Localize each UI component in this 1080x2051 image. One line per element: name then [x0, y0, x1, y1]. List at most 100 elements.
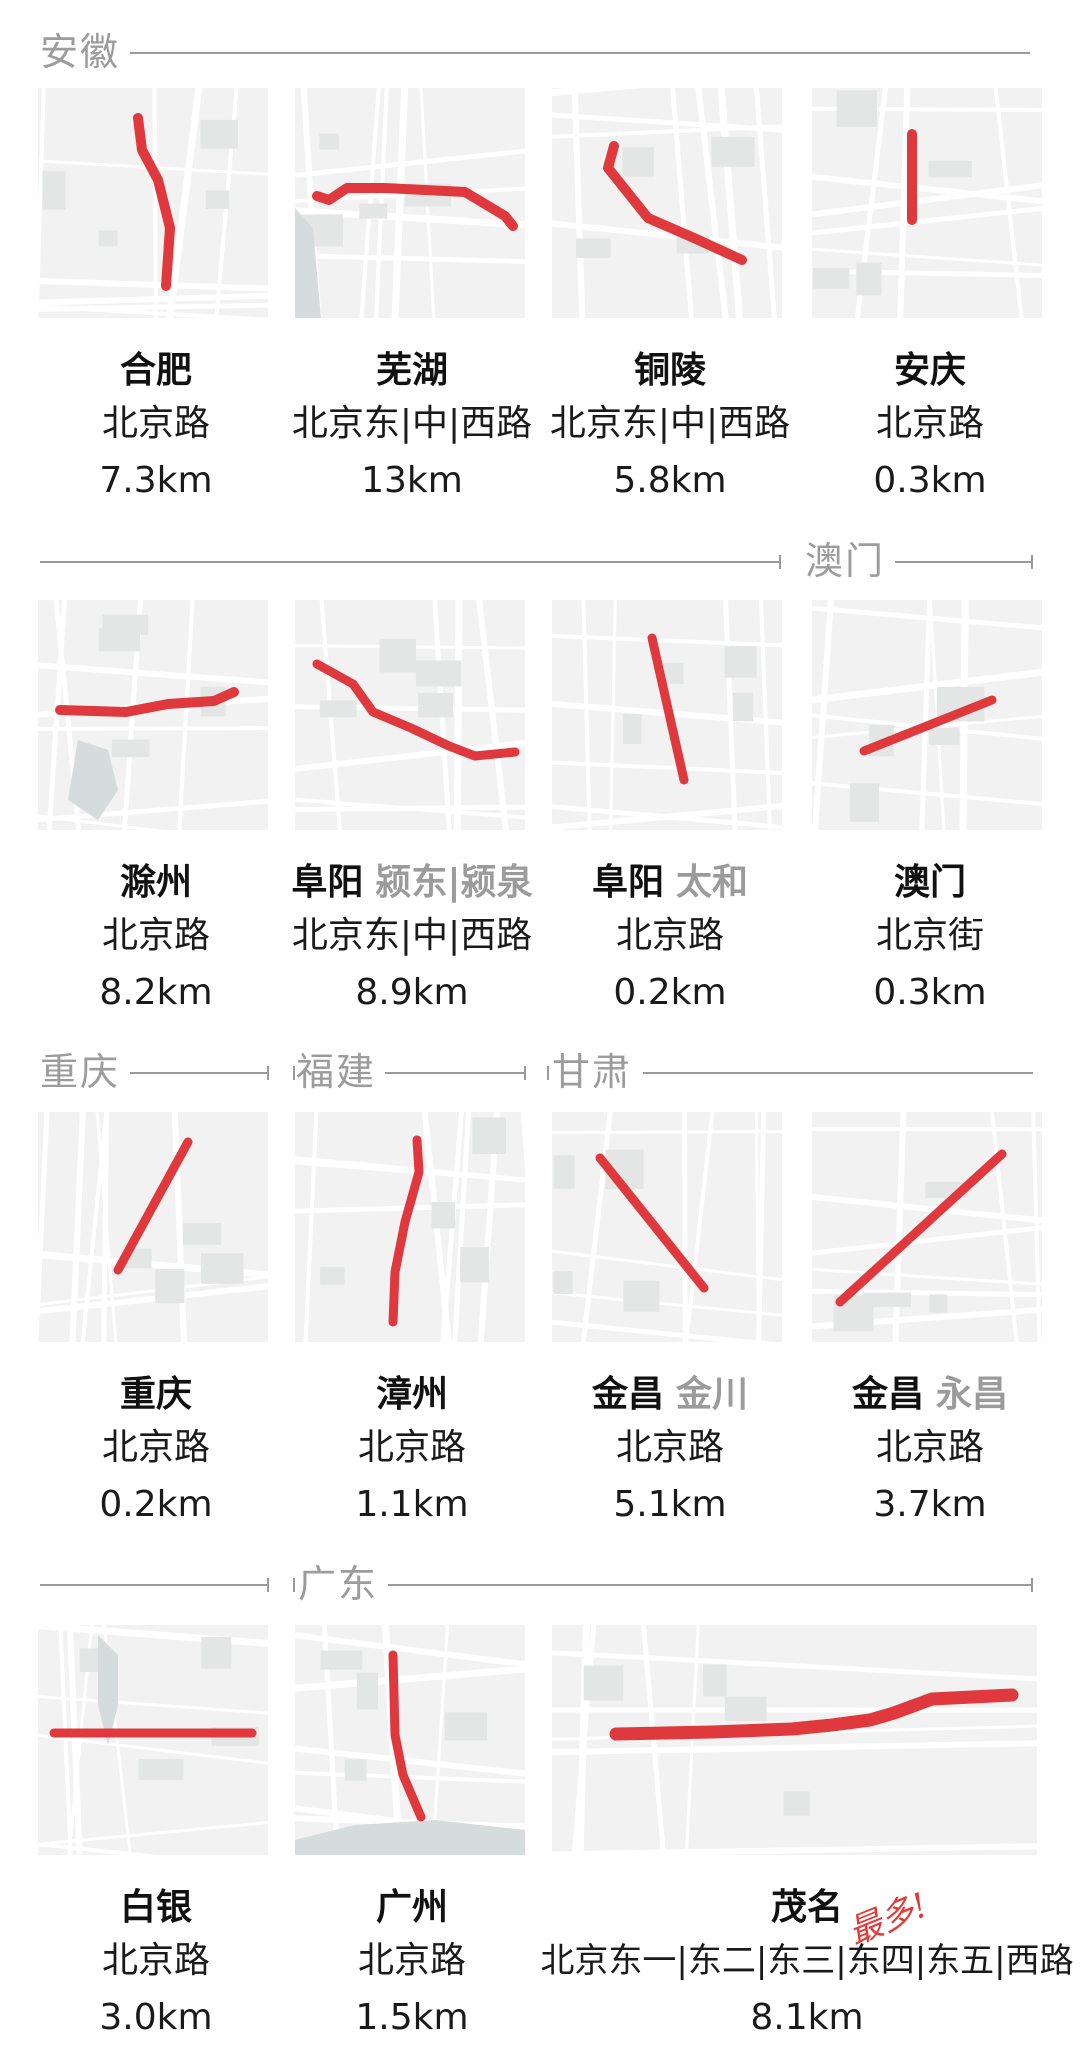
- road-length: 0.2km: [99, 1484, 213, 1525]
- route-map-10: [552, 1112, 782, 1342]
- road-length: 0.3km: [873, 972, 987, 1013]
- road-name: 北京东|中|西路: [291, 403, 533, 444]
- city-caption: 安庆 北京路 0.3km: [790, 346, 1070, 510]
- map-street: [177, 600, 195, 830]
- map-block: [622, 147, 654, 177]
- section-rule-anhui: [130, 52, 1030, 54]
- city-name-text: 白银: [119, 1887, 192, 1928]
- route-map-svg: [552, 600, 782, 830]
- city-name: 金昌 永昌: [790, 1370, 1070, 1420]
- district-name: 颍东|颍泉: [375, 862, 533, 903]
- city-caption: 合肥 北京路 7.3km: [16, 346, 296, 510]
- city-name: 安庆: [790, 346, 1070, 396]
- map-street: [552, 1740, 1037, 1756]
- road-length: 13km: [361, 460, 463, 501]
- map-street: [754, 88, 777, 318]
- map-street: [552, 1650, 1037, 1682]
- map-street: [756, 1112, 767, 1342]
- route-map-13: [295, 1625, 525, 1855]
- map-street: [552, 88, 644, 97]
- city-name: 铜陵: [530, 346, 810, 396]
- map-block: [344, 1759, 367, 1781]
- road-name: 北京路: [615, 1427, 724, 1468]
- section-rule-tick: [1031, 1578, 1033, 1592]
- map-street: [453, 600, 463, 830]
- map-block: [444, 1712, 488, 1741]
- route-map-svg: [552, 88, 782, 318]
- map-block: [583, 1665, 624, 1701]
- road-name: 北京街: [875, 915, 984, 956]
- district-name: 太和: [676, 862, 749, 903]
- city-name: 漳州: [272, 1370, 552, 1420]
- map-street: [581, 600, 592, 830]
- map-block: [98, 230, 118, 247]
- map-block: [320, 1650, 363, 1670]
- map-block: [863, 1292, 912, 1307]
- map-block: [205, 190, 230, 209]
- road-name: 北京路: [101, 915, 210, 956]
- city-caption: 阜阳 颍东|颍泉 北京东|中|西路 8.9km: [272, 858, 552, 1022]
- route-map-1: [295, 88, 525, 318]
- route-map-svg: [552, 1625, 1037, 1855]
- route-map-svg: [295, 1625, 525, 1855]
- road-length: 3.0km: [99, 1997, 213, 2038]
- map-block: [553, 1155, 575, 1189]
- route-map-svg: [38, 1625, 268, 1855]
- map-block: [472, 1117, 507, 1155]
- route-map-8: [38, 1112, 268, 1342]
- map-block: [703, 1664, 727, 1697]
- map-block: [138, 1758, 184, 1781]
- section-rule-tick: [293, 1578, 295, 1592]
- city-name-text: 澳门: [893, 862, 966, 903]
- map-block: [928, 160, 972, 178]
- route-map-7: [812, 600, 1042, 830]
- road-name: 北京路: [101, 403, 210, 444]
- map-street: [38, 662, 268, 686]
- district-name: 永昌: [936, 1374, 1009, 1415]
- route-map-0: [38, 88, 268, 318]
- map-street: [552, 1843, 1037, 1855]
- road-length: 8.2km: [99, 972, 213, 1013]
- map-block: [319, 700, 357, 718]
- section-label-guangdong: 广东: [298, 1562, 379, 1606]
- map-block: [418, 692, 454, 718]
- city-name-text: 金昌: [591, 1374, 664, 1415]
- city-caption: 澳门北京街 0.3km: [790, 858, 1070, 1022]
- route-map-svg: [295, 1112, 525, 1342]
- map-block: [111, 739, 150, 758]
- section-rule-macau-right: [895, 561, 1033, 563]
- road-name: 北京路: [101, 1940, 210, 1981]
- map-street: [521, 1112, 525, 1172]
- map-block: [724, 1696, 767, 1721]
- city-name: 滁州: [16, 858, 296, 908]
- city-name: 金昌 金川: [530, 1370, 810, 1420]
- map-block: [183, 1223, 222, 1245]
- city-name-text: 茂名: [770, 1887, 843, 1928]
- map-block: [319, 133, 339, 150]
- city-name-text: 铜陵: [633, 350, 706, 391]
- road-name: 北京路: [875, 1427, 984, 1468]
- map-block: [928, 727, 960, 746]
- map-block: [460, 1247, 489, 1283]
- city-name: 芜湖: [272, 346, 552, 396]
- road-name: 北京路: [357, 1427, 466, 1468]
- route-map-svg: [812, 1112, 1042, 1342]
- city-name-text: 漳州: [375, 1374, 448, 1415]
- city-caption: 重庆 北京路 0.2km: [16, 1370, 296, 1534]
- map-block: [553, 1271, 573, 1294]
- section-rule-tick: [1031, 555, 1033, 569]
- route-map-6: [552, 600, 782, 830]
- city-caption: 滁州北京路 8.2km: [16, 858, 296, 1022]
- city-name: 茂名: [527, 1883, 1080, 1933]
- city-name: 阜阳 太和: [530, 858, 810, 908]
- city-name-text: 阜阳: [591, 862, 664, 903]
- road-name: 北京东一|东二|东三|东四|东五|西路: [540, 1941, 1074, 1981]
- map-street: [38, 278, 268, 292]
- map-street: [38, 798, 268, 823]
- route-map-svg: [812, 600, 1042, 830]
- road-length: 8.9km: [355, 972, 469, 1013]
- route-map-9: [295, 1112, 525, 1342]
- route-map-11: [812, 1112, 1042, 1342]
- road-length: 0.3km: [873, 460, 987, 501]
- map-street: [897, 88, 911, 318]
